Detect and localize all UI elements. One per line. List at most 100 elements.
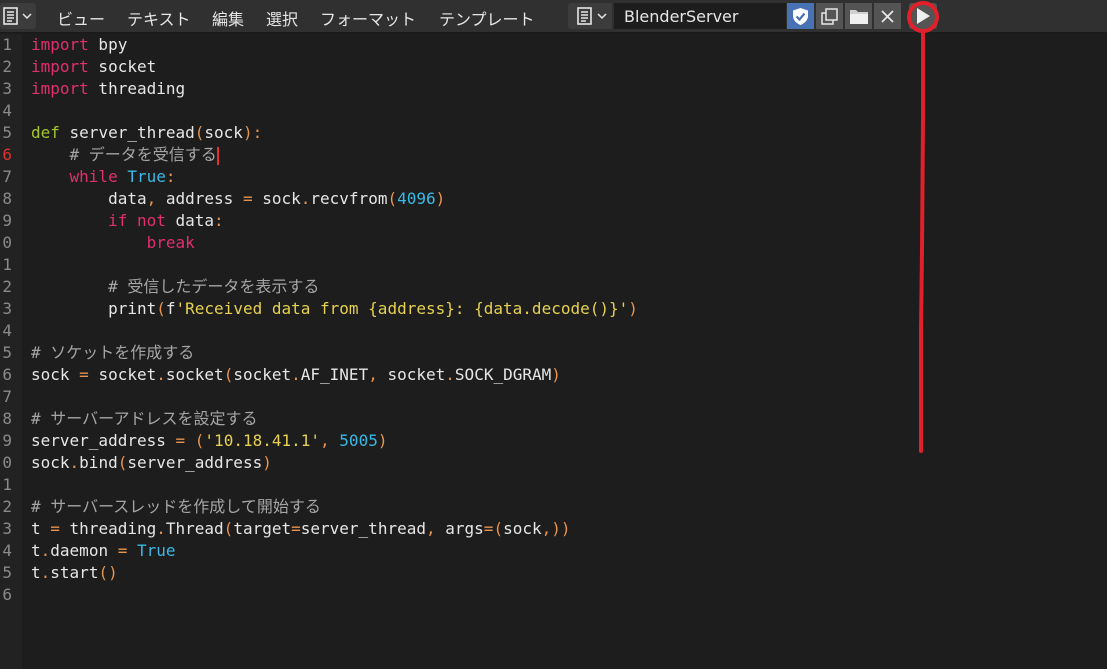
operator: ( xyxy=(387,189,398,208)
comment: # サーバーアドレスを設定する xyxy=(31,409,258,428)
menu-format[interactable]: フォーマット xyxy=(320,6,416,30)
code-text: target xyxy=(233,519,292,538)
operator: , xyxy=(368,365,378,384)
code-line: if not data: xyxy=(31,210,224,232)
operator: () xyxy=(98,563,118,582)
menu-select[interactable]: 選択 xyxy=(266,6,298,30)
line-number: 9 xyxy=(2,431,12,450)
fake-user-button[interactable] xyxy=(787,3,814,29)
text-editor-icon xyxy=(577,7,592,25)
code-text: threading xyxy=(88,79,186,98)
operator: ) xyxy=(551,365,561,384)
operator: = xyxy=(117,541,128,560)
code-text: socket xyxy=(88,365,157,384)
line-number: 1 xyxy=(2,255,12,274)
operator: ( xyxy=(194,123,205,142)
line-number: 3 xyxy=(2,79,12,98)
menu-templates[interactable]: テンプレート xyxy=(439,6,535,30)
editor-type-selector[interactable] xyxy=(0,3,36,29)
code-text: t xyxy=(31,563,41,582)
chevron-down-icon xyxy=(22,13,32,20)
current-code-line: # データを受信する xyxy=(31,144,219,166)
operator: ( xyxy=(493,519,504,538)
operator: ( xyxy=(117,453,128,472)
menu-edit[interactable]: 編集 xyxy=(212,6,244,30)
code-line: server_address = ('10.18.41.1', 5005) xyxy=(31,430,387,452)
menu-text[interactable]: テキスト xyxy=(127,6,191,30)
operator: , xyxy=(425,519,436,538)
code-line: t = threading.Thread(target=server_threa… xyxy=(31,518,571,540)
operator: = xyxy=(242,189,253,208)
text-name: BlenderServer xyxy=(624,7,739,26)
operator: : xyxy=(214,211,224,230)
operator: ( xyxy=(223,365,234,384)
open-button[interactable] xyxy=(845,3,872,29)
code-line: import socket xyxy=(31,56,156,78)
line-number: 2 xyxy=(2,57,12,76)
operator: . xyxy=(40,563,51,582)
code-line: def server_thread(sock): xyxy=(31,122,262,144)
line-number: 4 xyxy=(2,541,12,560)
menu-view[interactable]: ビュー xyxy=(57,6,105,30)
code-line: import threading xyxy=(31,78,185,100)
keyword: import xyxy=(31,57,89,76)
code-text: print xyxy=(31,299,157,318)
unlink-button[interactable] xyxy=(874,3,901,29)
code-text: sock xyxy=(31,453,70,472)
operator: ) xyxy=(377,431,388,450)
operator: ) xyxy=(435,189,446,208)
code-text: socket xyxy=(165,365,224,384)
code-text: data xyxy=(31,189,147,208)
code-text: data xyxy=(165,211,215,230)
line-number: 0 xyxy=(2,453,12,472)
text-datablock-browser[interactable] xyxy=(568,3,612,29)
folder-icon xyxy=(850,10,868,24)
close-icon xyxy=(881,10,894,23)
code-text: bind xyxy=(79,453,118,472)
code-line: # サーバーアドレスを設定する xyxy=(31,408,257,430)
code-text: t xyxy=(31,541,41,560)
run-script-button[interactable] xyxy=(909,3,937,29)
code-text: Thread xyxy=(165,519,224,538)
line-number: 0 xyxy=(2,233,12,252)
code-text: server_thread xyxy=(59,123,195,142)
operator: . xyxy=(300,189,311,208)
number: 5005 xyxy=(339,431,378,450)
text-editor-header: ビュー テキスト 編集 選択 フォーマット テンプレート BlenderServ… xyxy=(0,0,1107,33)
code-line: while True: xyxy=(31,166,176,188)
code-line: t.daemon = True xyxy=(31,540,176,562)
operator: = xyxy=(79,365,89,384)
operator: ): xyxy=(242,123,263,142)
line-number: 5 xyxy=(2,563,12,582)
code-text: SOCK_DGRAM xyxy=(454,365,552,384)
operator: = xyxy=(175,431,186,450)
code-text: AF_INET xyxy=(300,365,369,384)
current-line-number: 6 xyxy=(2,145,12,164)
operator: , xyxy=(320,431,330,450)
line-number: 7 xyxy=(2,387,12,406)
operator: : xyxy=(165,167,176,186)
code-text: daemon xyxy=(50,541,118,560)
string: '10.18.41.1' xyxy=(204,431,321,450)
line-number: 6 xyxy=(2,585,12,604)
line-number: 5 xyxy=(2,343,12,362)
code-text: args xyxy=(435,519,484,538)
code-line: # 受信したデータを表示する xyxy=(31,276,319,298)
keyword: while xyxy=(69,167,118,186)
operator: ( xyxy=(156,299,166,318)
code-text: address xyxy=(156,189,243,208)
code-text: bpy xyxy=(88,35,128,54)
line-number: 8 xyxy=(2,409,12,428)
operator: . xyxy=(40,541,51,560)
duplicate-icon xyxy=(821,8,838,25)
duplicate-button[interactable] xyxy=(816,3,843,29)
code-text: t xyxy=(31,519,51,538)
text-name-field[interactable]: BlenderServer xyxy=(614,3,786,29)
text-cursor xyxy=(216,146,219,165)
string: 'Received data from {address}: {data.dec… xyxy=(175,299,629,318)
keyword: import xyxy=(31,79,89,98)
literal: True xyxy=(137,541,176,560)
